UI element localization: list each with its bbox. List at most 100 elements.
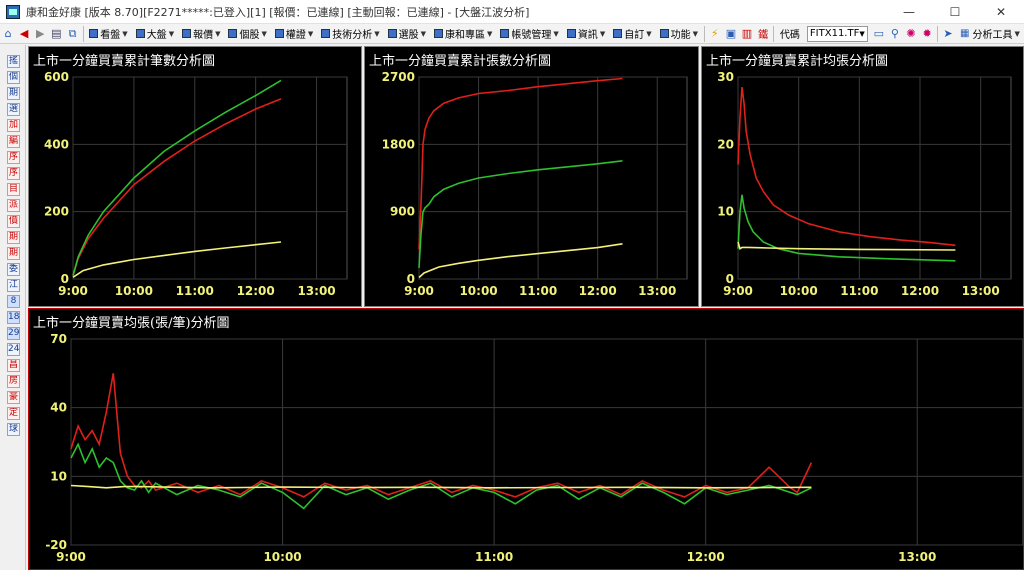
x-tick-label: 13:00 [297, 284, 335, 298]
left-sidebar: 搖個期選加編序序目派價期期委江 8 18 29 24 昌房豪定球 [0, 45, 26, 570]
zoom-icon[interactable]: ✺ [905, 26, 917, 42]
plot-frame [418, 76, 688, 280]
forward-icon[interactable]: ▶ [34, 26, 46, 42]
sidebar-item[interactable]: 序 [7, 151, 20, 164]
menu-label: 權證 [285, 30, 306, 41]
chevron-down-icon: ▼ [487, 29, 493, 38]
y-tick-label: 20 [717, 137, 734, 151]
sidebar-item[interactable]: 18 [7, 311, 20, 324]
y-tick-label: 30 [717, 70, 734, 84]
sidebar-item[interactable]: 昌 [7, 359, 20, 372]
account-icon [500, 29, 510, 38]
minimize-button[interactable]: — [886, 0, 932, 24]
analysis-tools-icon: ▦ [960, 28, 970, 39]
sidebar-item[interactable]: 江 [7, 279, 20, 292]
lightning-icon[interactable]: ⚡ [709, 26, 721, 42]
chevron-down-icon: ▼ [215, 29, 221, 38]
x-tick-label: 11:00 [840, 284, 878, 298]
chevron-down-icon: ▼ [307, 29, 314, 38]
menu-custom[interactable]: 自訂 ▼ [609, 25, 655, 43]
chevron-down-icon: ▼ [553, 29, 559, 38]
menu-account[interactable]: 帳號管理 ▼ [496, 25, 562, 43]
analysis-tools-menu[interactable]: ▦ 分析工具 ▼ [956, 25, 1024, 43]
ticker-select[interactable]: FITX11.TF ▼ [806, 25, 868, 42]
series-line-green [72, 79, 282, 276]
x-tick-label: 11:00 [475, 550, 513, 564]
sidebar-grip [0, 45, 26, 55]
x-tick-label: 9:00 [723, 284, 753, 298]
menu-zone[interactable]: 康和專區 ▼ [430, 25, 496, 43]
menu-select[interactable]: 選股 ▼ [384, 25, 430, 43]
series-line-green [418, 160, 623, 268]
chevron-down-icon: ▼ [168, 29, 175, 38]
sidebar-item[interactable]: 委 [7, 263, 20, 276]
sidebar-item[interactable]: 定 [7, 407, 20, 420]
chart-panel-average-per-trade[interactable]: 上市一分鐘買賣均張(張/筆)分析圖 -20 10 40 70 9:00 10:00 11:0… [28, 308, 1024, 570]
y-tick-label: 10 [50, 469, 67, 483]
menu-tech[interactable]: 技術分析 ▼ [317, 25, 383, 43]
sidebar-item[interactable]: 8 [7, 295, 20, 308]
bar-chart-icon[interactable]: ▥ [741, 26, 753, 42]
y-tick-label: 70 [50, 332, 67, 346]
menu-market[interactable]: 大盤 ▼ [132, 25, 178, 43]
x-tick-label: 12:00 [579, 284, 617, 298]
chart-panel-cumulative-volume[interactable]: 上市一分鐘買賣累計張數分析圖 0 900 1800 2700 9:00 10:00 11:0… [364, 46, 699, 307]
sidebar-item[interactable]: 期 [7, 247, 20, 260]
chart-panel-cumulative-count[interactable]: 上市一分鐘買賣累計筆數分析圖 0 200 400 600 9:00 10:00 11:00 1… [28, 46, 362, 307]
sidebar-item[interactable]: 選 [7, 103, 20, 116]
menu-info[interactable]: 資訊 ▼ [563, 25, 609, 43]
sidebar-item[interactable]: 搖 [7, 55, 20, 68]
maximize-button[interactable]: ☐ [932, 0, 978, 24]
kanji-icon[interactable]: 鐵 [757, 26, 769, 42]
print-icon[interactable]: ▤ [50, 26, 62, 42]
home-icon[interactable]: ⌂ [2, 26, 14, 42]
sidebar-item[interactable]: 個 [7, 71, 20, 84]
sidebar-item[interactable]: 期 [7, 231, 20, 244]
chart-svg: -201040709:00 10:00 11:00 12:00 13:00 [45, 332, 1023, 564]
chevron-down-icon: ▼ [599, 29, 606, 38]
stock-icon [228, 29, 238, 38]
sidebar-item[interactable]: 24 [7, 343, 20, 356]
sidebar-item[interactable]: 29 [7, 327, 20, 340]
menu-chart[interactable]: 看盤 ▼ [85, 25, 131, 43]
save-icon[interactable]: ▣ [725, 26, 737, 42]
x-tick-label: 13:00 [638, 284, 676, 298]
menu-stock[interactable]: 個股 ▼ [224, 25, 270, 43]
magnifier-icon[interactable]: ⚲ [889, 26, 901, 42]
alert-icon[interactable]: ✹ [921, 26, 933, 42]
app-window: 康和金好康 [版本 8.70][F2271*****:已登入][1] [報價：已… [0, 0, 1024, 570]
menu-quote[interactable]: 報價 ▼ [178, 25, 224, 43]
back-icon[interactable]: ◀ [18, 26, 30, 42]
toolbar-separator [82, 25, 84, 42]
chart-svg: 0900180027009:00 10:00 11:00 12:00 13:00 [382, 70, 688, 298]
chevron-down-icon: ▼ [646, 29, 652, 38]
monitor-icon[interactable]: ▭ [873, 26, 885, 42]
plot-frame [72, 76, 348, 280]
sidebar-item[interactable]: 派 [7, 199, 20, 212]
sidebar-item[interactable]: 期 [7, 87, 20, 100]
cursor-icon[interactable]: ➤ [942, 26, 954, 42]
chart-panel-cumulative-average[interactable]: 上市一分鐘買賣累計均張分析圖 0 10 20 30 9:00 10:00 11:00 12:0… [701, 46, 1024, 307]
series-line-red [70, 373, 813, 498]
x-tick-label: 10:00 [780, 284, 818, 298]
sidebar-item[interactable]: 編 [7, 135, 20, 148]
sidebar-item[interactable]: 加 [7, 119, 20, 132]
popout-icon[interactable]: ⧉ [66, 26, 78, 42]
close-button[interactable]: ✕ [978, 0, 1024, 24]
sidebar-item[interactable]: 目 [7, 183, 20, 196]
sidebar-item[interactable]: 房 [7, 375, 20, 388]
menu-warrant[interactable]: 權證 ▼ [271, 25, 317, 43]
menu-label: 帳號管理 [511, 30, 552, 41]
chevron-down-icon: ▼ [1014, 29, 1020, 38]
sidebar-item[interactable]: 豪 [7, 391, 20, 404]
code-label: 代碼 [779, 30, 800, 41]
sidebar-item[interactable]: 球 [7, 423, 20, 436]
sidebar-item[interactable]: 序 [7, 167, 20, 180]
toolbar-separator [937, 25, 938, 42]
menu-function[interactable]: 功能 ▼ [656, 25, 702, 43]
chart-svg: 01020309:00 10:00 11:00 12:00 13:00 [717, 70, 1012, 298]
chevron-down-icon: ▼ [859, 29, 865, 38]
sidebar-item[interactable]: 價 [7, 215, 20, 228]
custom-icon [613, 29, 623, 38]
toolbar-separator [703, 25, 705, 42]
